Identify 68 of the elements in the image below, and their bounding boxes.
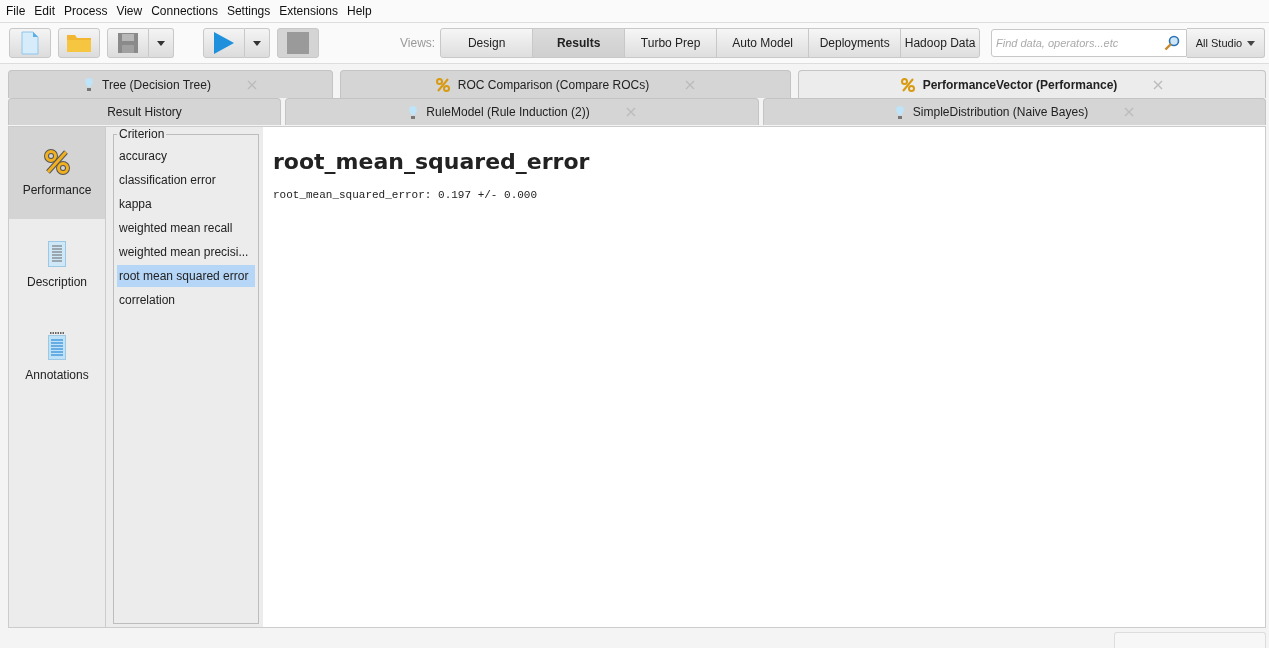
view-tab[interactable]: Hadoop Data [900, 28, 981, 58]
result-heading: root_mean_squared_error [273, 149, 591, 174]
folder-icon [66, 33, 92, 53]
result-tab[interactable]: PerformanceVector (Performance) [798, 70, 1266, 98]
sidebar-item[interactable]: Performance [9, 127, 105, 219]
lightbulb-icon [84, 77, 95, 92]
criterion-item[interactable]: correlation [117, 289, 255, 311]
view-tab[interactable]: Results [532, 28, 626, 58]
criterion-item[interactable]: weighted mean precisi... [117, 241, 255, 263]
menu-item[interactable]: Connections [151, 4, 218, 18]
menu-item[interactable]: Extensions [279, 4, 338, 18]
tab-label: Result History [107, 105, 182, 119]
caret-icon [1247, 40, 1256, 46]
stop-button[interactable] [277, 28, 319, 58]
result-tab[interactable]: Result History [8, 98, 281, 125]
views-label: Views: [400, 36, 436, 50]
percent-icon [44, 149, 70, 175]
notepad-icon [48, 332, 66, 360]
criterion-item[interactable]: root mean squared error [117, 265, 255, 287]
lightbulb-icon [894, 104, 905, 120]
caret-icon [253, 40, 261, 46]
tab-label: RuleModel (Rule Induction (2)) [426, 105, 590, 119]
criterion-item[interactable]: weighted mean recall [117, 217, 255, 239]
document-icon [48, 241, 66, 267]
close-icon[interactable] [246, 79, 257, 90]
search-icon [1164, 35, 1180, 51]
close-icon[interactable] [625, 107, 636, 117]
menu-item[interactable]: View [116, 4, 143, 18]
tab-label: PerformanceVector (Performance) [922, 77, 1118, 92]
tab-label: ROC Comparison (Compare ROCs) [457, 77, 650, 92]
criterion-title: Criterion [118, 127, 166, 141]
menu-item[interactable]: Edit [34, 4, 56, 18]
run-menu-button[interactable] [245, 28, 270, 58]
view-tab[interactable]: Design [440, 28, 534, 58]
lightbulb-icon [408, 104, 419, 120]
sidebar-item[interactable]: Description [9, 219, 105, 311]
percent-icon [900, 77, 915, 92]
view-tab[interactable]: Turbo Prep [624, 28, 718, 58]
view-tab[interactable]: Deployments [808, 28, 902, 58]
scope-dropdown[interactable]: All Studio [1187, 28, 1265, 58]
new-file-button[interactable] [9, 28, 51, 58]
play-icon [213, 31, 235, 55]
tab-label: Tree (Decision Tree) [102, 77, 211, 92]
tab-label: SimpleDistribution (Naive Bayes) [912, 105, 1089, 119]
criterion-item[interactable]: kappa [117, 193, 255, 215]
close-icon[interactable] [1153, 79, 1164, 90]
view-tab[interactable]: Auto Model [716, 28, 810, 58]
result-tab[interactable]: Tree (Decision Tree) [8, 70, 333, 98]
result-text: root_mean_squared_error: 0.197 +/- 0.000 [273, 189, 539, 201]
result-tab[interactable]: ROC Comparison (Compare ROCs) [340, 70, 791, 98]
criterion-item[interactable]: accuracy [117, 145, 255, 167]
menu-item[interactable]: File [6, 4, 26, 18]
menu-item[interactable]: Settings [226, 4, 271, 18]
stop-icon [287, 32, 309, 54]
save-menu-button[interactable] [149, 28, 174, 58]
criterion-item[interactable]: classification error [117, 169, 255, 191]
result-tab[interactable]: RuleModel (Rule Induction (2)) [285, 98, 759, 125]
close-icon[interactable] [685, 79, 696, 90]
result-tab[interactable]: SimpleDistribution (Naive Bayes) [763, 98, 1266, 125]
sidebar-item[interactable]: Annotations [9, 311, 105, 403]
menu-item[interactable]: Help [346, 4, 372, 18]
menu-item[interactable]: Process [64, 4, 108, 18]
percent-icon [435, 77, 450, 92]
search-field[interactable]: Find data, operators...etc [991, 29, 1187, 57]
open-button[interactable] [58, 28, 100, 58]
caret-icon [157, 40, 165, 46]
close-icon[interactable] [1124, 107, 1135, 117]
document-icon [21, 31, 39, 55]
